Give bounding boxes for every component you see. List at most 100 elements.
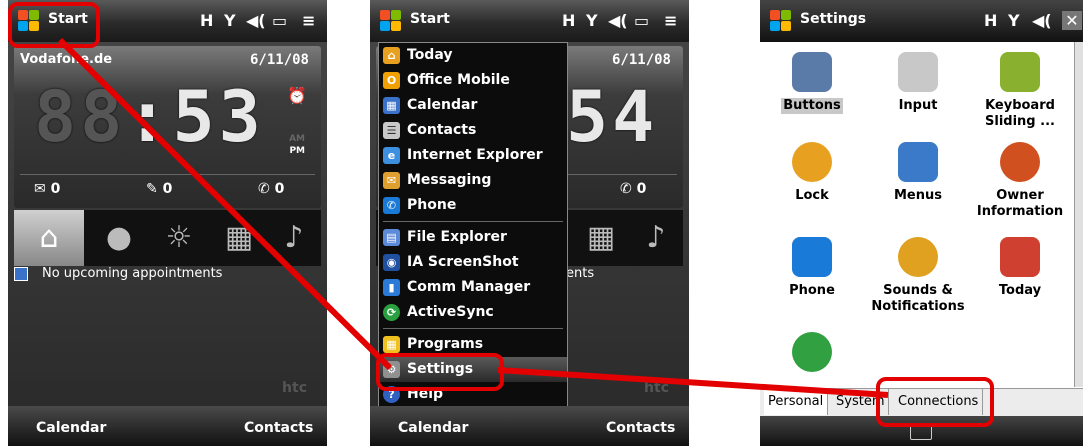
menu-item-internet-explorer[interactable]: e Internet Explorer (379, 143, 567, 168)
voice-speed-dial-icon (792, 332, 832, 372)
clock[interactable]: 88:53 (34, 76, 265, 158)
settings-item-input[interactable]: Input (868, 52, 968, 114)
highlight-connections (876, 377, 994, 427)
menu-item-office-mobile[interactable]: O Office Mobile (379, 68, 567, 93)
hsdpa-icon: H (200, 11, 214, 30)
buttons-icon (792, 52, 832, 92)
appointment-text: ents (566, 266, 595, 281)
music-icon: ♪ (646, 220, 666, 255)
start-button[interactable]: Start (410, 11, 450, 27)
menu-lines-icon[interactable]: ≡ (302, 11, 315, 30)
tab-personal[interactable]: Personal (764, 389, 829, 415)
menu-item-activesync[interactable]: ⟳ ActiveSync (379, 300, 567, 325)
menu-item-file-explorer[interactable]: ▤ File Explorer (379, 225, 567, 250)
menu-item-phone[interactable]: ✆ Phone (379, 193, 567, 218)
top-bar: Start H Y ◀( ▭ ≡ (370, 0, 689, 42)
menu-lines-icon[interactable]: ≡ (664, 11, 677, 30)
menu-separator (383, 328, 563, 329)
camera-icon: ◉ (383, 254, 400, 271)
folder-icon: ▤ (383, 229, 400, 246)
keyboard-sliding-icon (1000, 52, 1040, 92)
comm-icon: ▮ (383, 279, 400, 296)
clock-panel: Vodafone.de 6/11/08 88:53 ⏰ AM PM ✉ 0 ✎ … (14, 46, 321, 208)
windows-logo-icon[interactable] (380, 10, 402, 32)
owner-icon (1000, 142, 1040, 182)
calendar-icon: ▦ (383, 97, 400, 114)
messaging-icon: ✉ (383, 172, 400, 189)
envelope-icon[interactable]: ✉ 0 (34, 181, 60, 197)
soft-key-bar: Calendar Contacts (370, 406, 689, 446)
settings-item-sounds[interactable]: Sounds & Notifications (868, 237, 968, 315)
clock: 54 (566, 76, 659, 158)
carrier-name: Vodafone.de (20, 52, 113, 67)
volume-icon[interactable]: ◀( (608, 11, 628, 30)
calendar-softkey[interactable]: Calendar (398, 420, 468, 436)
signal-icon: Y (224, 11, 236, 30)
top-bar: Settings H Y ◀( ✕ (760, 0, 1083, 42)
contacts-softkey[interactable]: Contacts (244, 420, 313, 436)
calendar-softkey[interactable]: Calendar (36, 420, 106, 436)
menu-item-messaging[interactable]: ✉ Messaging (379, 168, 567, 193)
settings-grid: Buttons Input Keyboard Sliding ... Lock … (760, 42, 1083, 387)
page-title: Settings (800, 11, 867, 27)
settings-item-menus[interactable]: Menus (868, 142, 968, 204)
settings-item-today[interactable]: Today (970, 237, 1070, 299)
highlight-start (8, 2, 100, 48)
sms-icon[interactable]: ✎ 0 (146, 181, 172, 197)
key-icon (792, 142, 832, 182)
screen-today: Start H Y ◀( ▭ ≡ Vodafone.de 6/11/08 88:… (8, 0, 327, 446)
phone-icon: ✆ (383, 197, 400, 214)
windows-logo-icon[interactable] (770, 10, 792, 32)
settings-item-voice-speed-dial[interactable] (762, 332, 862, 378)
today-icon (1000, 237, 1040, 277)
menu-item-calendar[interactable]: ▦ Calendar (379, 93, 567, 118)
office-icon: O (383, 72, 400, 89)
htc-logo: htc (644, 380, 669, 396)
appointment-row[interactable]: No upcoming appointments (14, 266, 321, 288)
volume-icon[interactable]: ◀( (246, 11, 266, 30)
battery-icon: ▭ (272, 11, 288, 30)
hsdpa-icon: H (984, 11, 998, 30)
soft-key-bar: Calendar Contacts (8, 406, 327, 446)
menus-icon (898, 142, 938, 182)
pm-label: PM (289, 146, 305, 156)
counters: ✉ 0 ✎ 0 ✆ 0 (20, 174, 315, 205)
home-icon[interactable]: ⌂ (14, 210, 84, 266)
settings-item-keyboard-sliding[interactable]: Keyboard Sliding ... (970, 52, 1070, 130)
signal-icon: Y (586, 11, 598, 30)
contacts-icon: ☰ (383, 122, 400, 139)
close-icon[interactable]: ✕ (1062, 11, 1082, 30)
signal-icon: Y (1008, 11, 1020, 30)
contacts-softkey[interactable]: Contacts (606, 420, 675, 436)
phone-icon (792, 237, 832, 277)
sync-icon: ⟳ (383, 304, 400, 321)
home-icon: ⌂ (383, 47, 400, 64)
htc-logo: htc (282, 380, 307, 396)
today-screen: Vodafone.de 6/11/08 88:53 ⏰ AM PM ✉ 0 ✎ … (8, 42, 327, 406)
settings-item-owner-information[interactable]: Owner Information (970, 142, 1070, 220)
menu-item-contacts[interactable]: ☰ Contacts (379, 118, 567, 143)
phone-icon[interactable]: ✆ 0 (258, 181, 284, 197)
settings-item-buttons[interactable]: Buttons (762, 52, 862, 114)
scrollbar[interactable] (1074, 42, 1083, 387)
ie-icon: e (383, 147, 400, 164)
date: 6/11/08 (611, 52, 671, 68)
calendar-icon (14, 266, 28, 281)
hsdpa-icon: H (562, 11, 576, 30)
today-tabs: ⌂ ● ☼ ▦ ♪ (14, 210, 321, 266)
date: 6/11/08 (249, 52, 309, 68)
volume-icon[interactable]: ◀( (1032, 11, 1052, 30)
programs-icon: ▦ (383, 336, 400, 353)
phone-icon: ✆ 0 (620, 181, 647, 197)
highlight-settings (376, 353, 504, 391)
am-label: AM (289, 134, 305, 144)
battery-icon: ▭ (634, 11, 650, 30)
menu-item-comm-manager[interactable]: ▮ Comm Manager (379, 275, 567, 300)
sounds-icon (898, 237, 938, 277)
music-icon[interactable]: ♪ (259, 210, 327, 266)
settings-item-lock[interactable]: Lock (762, 142, 862, 204)
menu-item-today[interactable]: ⌂ Today (379, 43, 567, 68)
settings-item-phone[interactable]: Phone (762, 237, 862, 299)
keyboard-icon (898, 52, 938, 92)
menu-item-ia-screenshot[interactable]: ◉ IA ScreenShot (379, 250, 567, 275)
